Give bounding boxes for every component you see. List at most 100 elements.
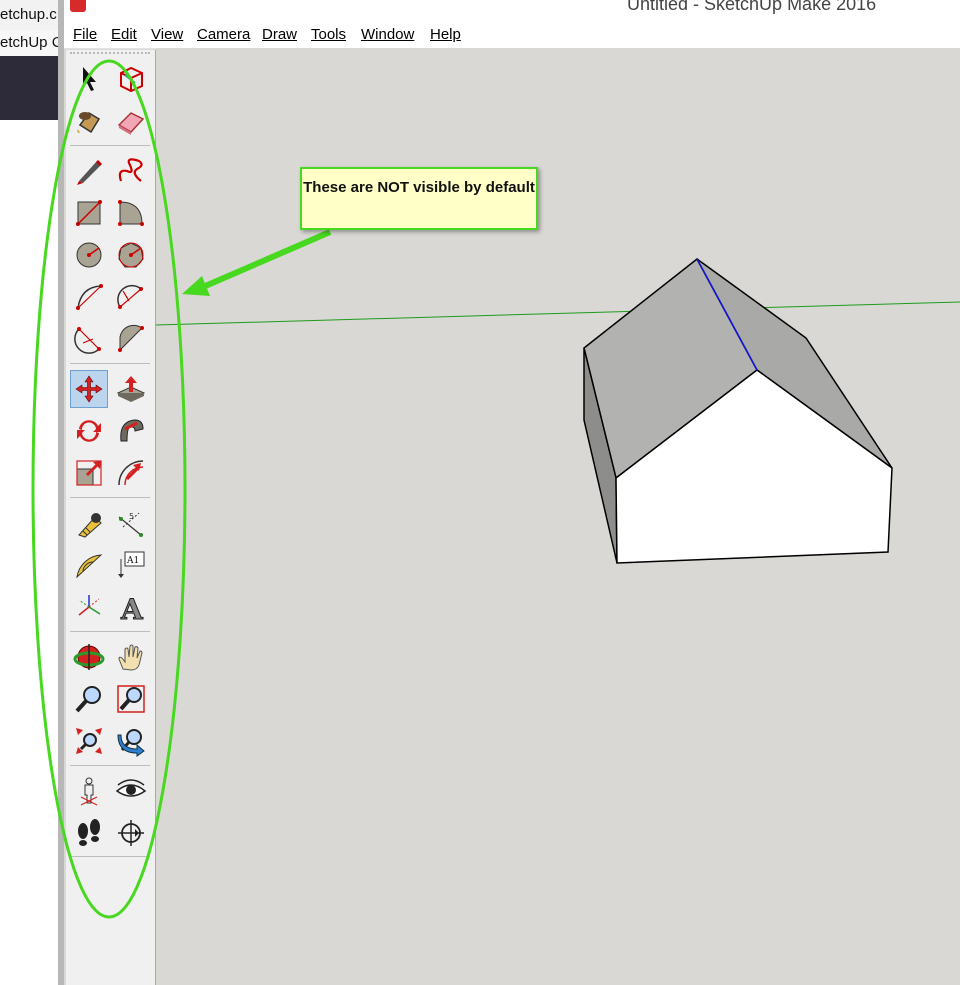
- axes-icon: [78, 595, 101, 616]
- polygon-tool-button[interactable]: [112, 236, 150, 274]
- circle-icon: [76, 242, 102, 268]
- protractor-tool-button[interactable]: [70, 546, 108, 584]
- menu-file[interactable]: File: [73, 26, 97, 43]
- pan-hand-icon: [118, 644, 143, 671]
- toolbar-separator: [70, 765, 150, 766]
- background-browser-banner: [0, 56, 62, 120]
- pan-tool-button[interactable]: [112, 638, 150, 676]
- component-icon: [120, 66, 143, 93]
- zoom-tool-button[interactable]: [70, 680, 108, 718]
- tape-measure-tool-button[interactable]: [70, 504, 108, 542]
- toolbar-separator: [70, 497, 150, 498]
- rotate-icon: [77, 420, 101, 442]
- position-camera-icon: [80, 777, 98, 806]
- paint-bucket-icon: [77, 112, 101, 134]
- menu-view[interactable]: View: [151, 26, 183, 43]
- section-plane-tool-button[interactable]: [112, 814, 150, 852]
- 3d-text-tool-button[interactable]: A: [112, 588, 150, 626]
- text-tool-button[interactable]: A1: [112, 546, 150, 584]
- offset-tool-button[interactable]: [112, 454, 150, 492]
- look-around-tool-button[interactable]: [112, 772, 150, 810]
- toolbar-separator: [70, 856, 150, 857]
- drawing-viewport[interactable]: [156, 48, 960, 985]
- select-tool-button[interactable]: [70, 60, 108, 98]
- background-browser-tab[interactable]: etchup.c: [0, 0, 62, 30]
- menu-edit[interactable]: Edit: [111, 26, 137, 43]
- menu-draw[interactable]: Draw: [262, 26, 297, 43]
- zoom-extents-tool-button[interactable]: [70, 722, 108, 760]
- follow-me-tool-button[interactable]: [112, 412, 150, 450]
- three-point-arc-icon: [74, 327, 101, 354]
- background-browser-window: [0, 0, 62, 985]
- offset-icon: [118, 460, 144, 486]
- window-border: [58, 0, 64, 985]
- tape-measure-icon: [78, 513, 102, 538]
- freehand-icon: [118, 158, 143, 182]
- svg-text:A1: A1: [126, 556, 139, 566]
- eye-icon: [115, 779, 147, 797]
- orbit-tool-button[interactable]: [70, 638, 108, 676]
- footprints-icon: [78, 819, 100, 846]
- rotated-rectangle-tool-button[interactable]: [112, 194, 150, 232]
- dimension-icon: 5: [118, 512, 143, 537]
- orbit-icon: [73, 644, 105, 670]
- previous-view-tool-button[interactable]: [112, 722, 150, 760]
- make-component-tool-button[interactable]: [112, 60, 150, 98]
- svg-text:5: 5: [129, 512, 134, 521]
- position-camera-tool-button[interactable]: [70, 772, 108, 810]
- zoom-extents-icon: [76, 728, 102, 754]
- zoom-icon: [75, 686, 101, 713]
- push-pull-icon: [116, 376, 146, 402]
- menu-bar: File Edit View Camera Draw Tools Window …: [64, 22, 960, 49]
- eraser-tool-button[interactable]: [112, 102, 150, 140]
- annotation-callout: These are NOT visible by default: [300, 167, 538, 230]
- move-icon: [75, 375, 103, 403]
- pencil-icon: [77, 159, 103, 185]
- menu-help[interactable]: Help: [430, 26, 461, 43]
- eraser-icon: [117, 112, 145, 135]
- pie-tool-button[interactable]: [112, 320, 150, 358]
- toolbar-separator: [70, 363, 150, 364]
- arc-icon: [76, 284, 103, 310]
- large-tool-set-toolbar: 5 A1 A: [66, 50, 156, 985]
- toolbar-separator: [70, 631, 150, 632]
- polygon-icon: [118, 242, 144, 268]
- freehand-tool-button[interactable]: [112, 152, 150, 190]
- window-title: Untitled - SketchUp Make 2016: [627, 0, 877, 14]
- menu-camera[interactable]: Camera: [197, 26, 250, 43]
- toolbar-separator: [70, 145, 150, 146]
- text-label-icon: A1: [118, 551, 145, 578]
- toolbar-grip[interactable]: [70, 52, 150, 57]
- three-point-arc-tool-button[interactable]: [70, 320, 108, 358]
- svg-text:A: A: [120, 593, 144, 623]
- paint-bucket-tool-button[interactable]: [70, 102, 108, 140]
- push-pull-tool-button[interactable]: [112, 370, 150, 408]
- scale-tool-button[interactable]: [70, 454, 108, 492]
- section-plane-icon: [118, 820, 144, 846]
- rectangle-tool-button[interactable]: [70, 194, 108, 232]
- select-arrow-icon: [83, 67, 96, 91]
- dimension-tool-button[interactable]: 5: [112, 504, 150, 542]
- scale-icon: [76, 460, 102, 486]
- walk-tool-button[interactable]: [70, 814, 108, 852]
- menu-tools[interactable]: Tools: [311, 26, 346, 43]
- move-tool-button[interactable]: [70, 370, 108, 408]
- 3d-text-icon: A: [120, 593, 145, 624]
- line-tool-button[interactable]: [70, 152, 108, 190]
- circle-tool-button[interactable]: [70, 236, 108, 274]
- menu-window[interactable]: Window: [361, 26, 414, 43]
- rotate-tool-button[interactable]: [70, 412, 108, 450]
- axes-tool-button[interactable]: [70, 588, 108, 626]
- two-point-arc-icon: [117, 284, 143, 309]
- zoom-window-icon: [117, 685, 145, 713]
- sketchup-logo-icon: [70, 0, 86, 12]
- protractor-icon: [76, 554, 103, 579]
- rotated-rectangle-icon: [118, 200, 144, 226]
- previous-view-icon: [117, 729, 145, 757]
- pie-icon: [118, 324, 144, 352]
- follow-me-icon: [120, 419, 144, 442]
- zoom-window-tool-button[interactable]: [112, 680, 150, 718]
- background-browser-tab-2[interactable]: etchUp C: [0, 30, 62, 56]
- two-point-arc-tool-button[interactable]: [112, 278, 150, 316]
- arc-tool-button[interactable]: [70, 278, 108, 316]
